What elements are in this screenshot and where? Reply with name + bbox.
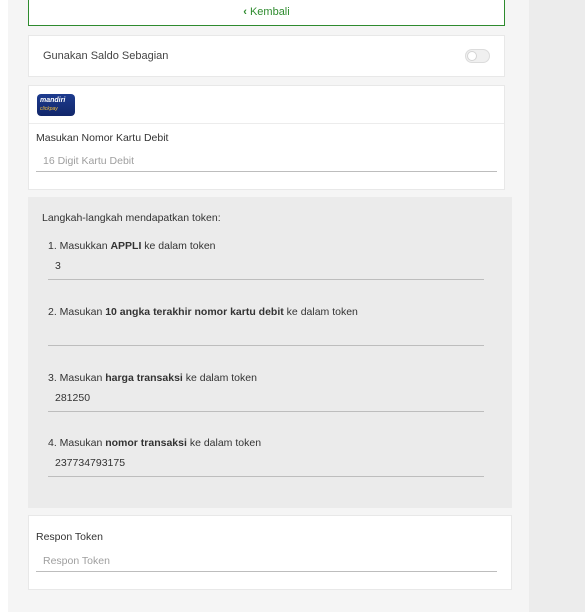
token-response-label: Respon Token — [36, 531, 103, 543]
token-instructions: Langkah-langkah mendapatkan token: 1. Ma… — [28, 197, 512, 508]
step-1-value: 3 — [48, 259, 484, 280]
step-4-value: 237734793175 — [48, 456, 484, 477]
left-margin — [0, 0, 8, 612]
debit-card-section: mandiri clickpay Masukan Nomor Kartu Deb… — [28, 85, 505, 190]
mandiri-clickpay-logo: mandiri clickpay — [37, 94, 75, 116]
toggle-knob — [467, 51, 477, 61]
step-1-label: 1. Masukkan APPLI ke dalam token — [48, 240, 216, 252]
partial-balance-toggle[interactable] — [465, 49, 490, 63]
step-3-value: 281250 — [48, 391, 484, 412]
right-background — [529, 0, 585, 612]
back-button-label: Kembali — [249, 5, 290, 18]
partial-balance-label: Gunakan Saldo Sebagian — [43, 50, 169, 62]
payment-panel: ‹ Kembali Gunakan Saldo Sebagian mandiri… — [8, 0, 529, 612]
partial-balance-row: Gunakan Saldo Sebagian — [28, 35, 505, 77]
step-2-value — [48, 325, 484, 346]
card-number-label: Masukan Nomor Kartu Debit — [36, 132, 169, 144]
step-4-label: 4. Masukan nomor transaksi ke dalam toke… — [48, 437, 262, 449]
step-2-label: 2. Masukan 10 angka terakhir nomor kartu… — [48, 306, 358, 318]
bank-logo-row: mandiri clickpay — [29, 86, 504, 124]
token-intro-text: Langkah-langkah mendapatkan token: — [42, 212, 221, 224]
step-3-label: 3. Masukan harga transaksi ke dalam toke… — [48, 372, 257, 384]
token-response-section: Respon Token — [28, 515, 512, 590]
back-button[interactable]: ‹ Kembali — [28, 0, 505, 26]
chevron-left-icon: ‹ — [243, 5, 247, 18]
token-response-input[interactable] — [36, 550, 497, 572]
card-number-input[interactable] — [36, 151, 497, 172]
